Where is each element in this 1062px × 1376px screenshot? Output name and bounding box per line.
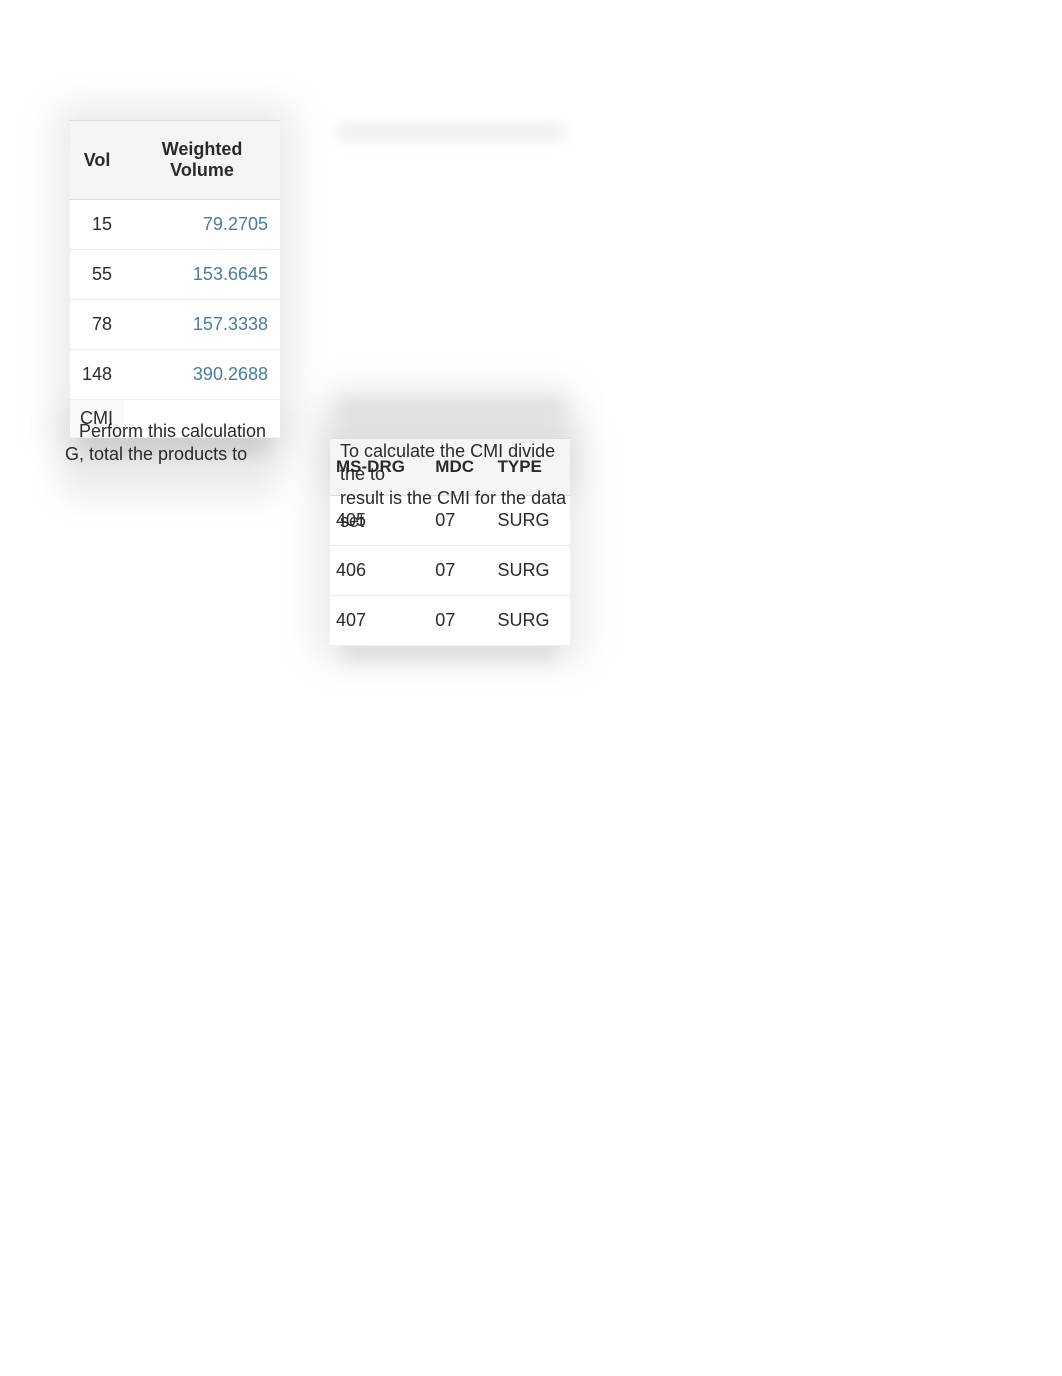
cell-vol: 78 [70,300,124,350]
text-line: result is the CMI for the data set [340,487,580,534]
table-row: 78 157.3338 [70,300,280,350]
cell-type: SURG [491,596,570,646]
cell-vol: 55 [70,250,124,300]
cell-vol-total: 148 [70,350,124,400]
cell-weighted: 153.6645 [124,250,280,300]
text-line: To calculate the CMI divide the to [340,440,580,487]
table-row: 406 07 SURG [330,546,570,596]
col-weighted-volume: Weighted Volume [124,121,280,200]
table-row: 407 07 SURG [330,596,570,646]
cell-msdrg: 406 [330,546,429,596]
volume-table: Vol Weighted Volume 15 79.2705 55 153.66… [70,120,280,438]
blur-header-right [335,125,565,143]
col-vol: Vol [70,121,124,200]
left-instruction-text: Perform this calculation G, total the pr… [65,420,280,467]
right-instruction-text: To calculate the CMI divide the to resul… [340,440,580,534]
cell-weighted: 79.2705 [124,200,280,250]
text-line: G, total the products to [65,443,280,466]
cell-vol: 15 [70,200,124,250]
cell-mdc: 07 [429,546,491,596]
table-row: 55 153.6645 [70,250,280,300]
cell-msdrg: 407 [330,596,429,646]
cell-weighted-total: 390.2688 [124,350,280,400]
table-header-row: Vol Weighted Volume [70,121,280,200]
table-row: 15 79.2705 [70,200,280,250]
cell-type: SURG [491,546,570,596]
blur-header-right2 [335,400,565,420]
table-total-row: 148 390.2688 [70,350,280,400]
cell-weighted: 157.3338 [124,300,280,350]
left-table-card: Vol Weighted Volume 15 79.2705 55 153.66… [70,120,280,438]
cell-mdc: 07 [429,596,491,646]
text-line: Perform this calculation [65,420,280,443]
